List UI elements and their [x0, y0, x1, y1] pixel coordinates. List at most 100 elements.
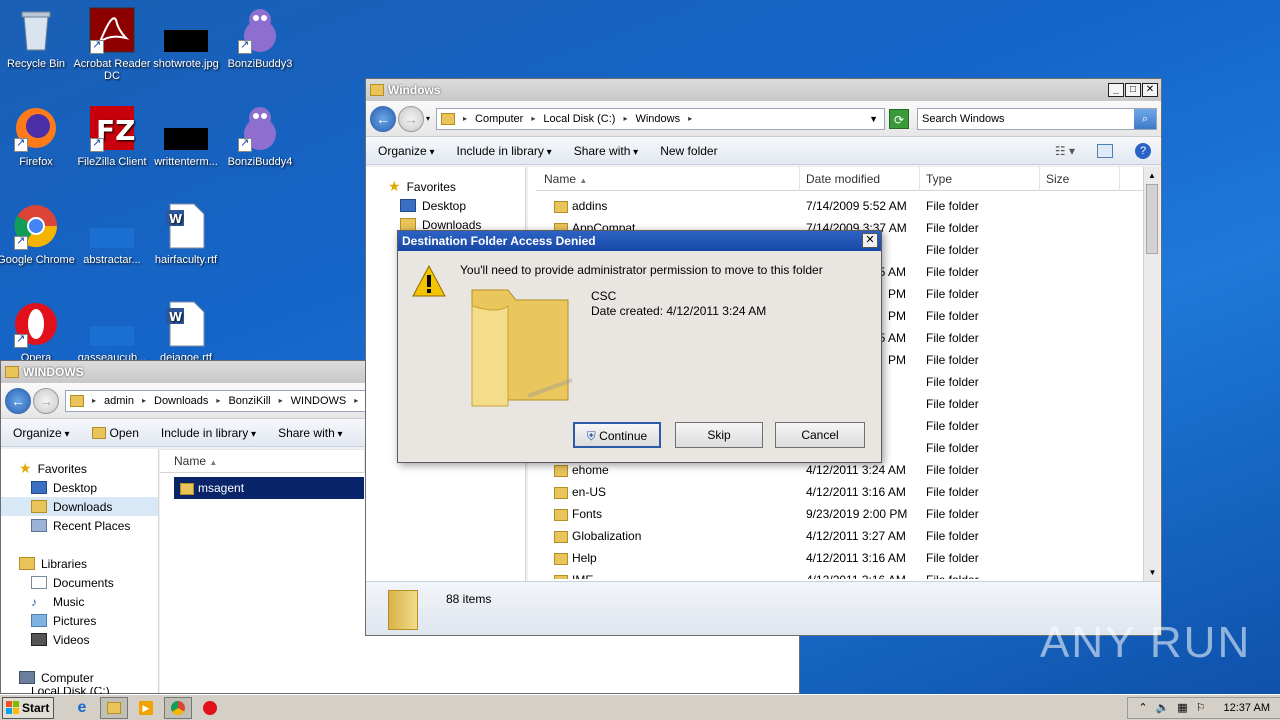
- chevron-right-icon[interactable]: ▸: [531, 114, 535, 123]
- preview-pane-icon[interactable]: [1097, 143, 1113, 158]
- desktop-icon-firefox[interactable]: Firefox: [0, 104, 76, 168]
- nav-desktop[interactable]: Desktop: [1, 478, 158, 497]
- help-icon[interactable]: ?: [1135, 142, 1151, 159]
- address-dropdown-icon[interactable]: ▼: [869, 114, 878, 124]
- volume-icon[interactable]: 🔈: [1156, 701, 1170, 714]
- skip-button[interactable]: Skip: [675, 422, 763, 448]
- view-options-icon[interactable]: ☷ ▾: [1055, 144, 1075, 158]
- dialog-close-button[interactable]: ✕: [862, 233, 878, 248]
- dialog-titlebar[interactable]: Destination Folder Access Denied ✕: [398, 231, 881, 251]
- cancel-button[interactable]: Cancel: [775, 422, 865, 448]
- refresh-icon[interactable]: ⟳: [889, 108, 909, 129]
- chevron-right-icon[interactable]: ▸: [279, 396, 283, 405]
- vertical-scrollbar[interactable]: ▲ ▼: [1143, 167, 1160, 581]
- chevron-right-icon[interactable]: ▸: [463, 114, 467, 123]
- column-header-name[interactable]: Name ▲: [160, 449, 365, 473]
- nav-videos[interactable]: Videos: [1, 630, 158, 649]
- share-with-button[interactable]: Share with: [278, 426, 343, 440]
- column-header-name[interactable]: Name ▲: [536, 166, 800, 191]
- forward-button[interactable]: →: [398, 105, 424, 132]
- start-button[interactable]: Start: [2, 696, 54, 719]
- maximize-button[interactable]: □: [1125, 83, 1141, 97]
- scroll-down-icon[interactable]: ▼: [1144, 564, 1161, 581]
- nav-pictures[interactable]: Pictures: [1, 611, 158, 630]
- list-item[interactable]: msagent: [174, 477, 364, 499]
- open-button[interactable]: Open: [91, 426, 139, 440]
- column-header-date-modified[interactable]: Date modified: [800, 166, 920, 191]
- chevron-right-icon[interactable]: ▸: [354, 396, 358, 405]
- taskbar-media-player[interactable]: ▶: [132, 697, 160, 719]
- continue-button[interactable]: ⛨ Continue: [573, 422, 661, 448]
- show-hidden-icons-icon[interactable]: ⌃: [1138, 701, 1147, 714]
- column-header-size[interactable]: Size: [1040, 166, 1120, 191]
- back-button[interactable]: ←: [5, 387, 31, 414]
- breadcrumb-local-disk[interactable]: Local Disk (C:): [543, 113, 615, 125]
- breadcrumb[interactable]: ▸ Computer ▸ Local Disk (C:) ▸ Windows ▸…: [436, 107, 885, 130]
- include-in-library-button[interactable]: Include in library: [457, 144, 552, 158]
- chevron-right-icon[interactable]: ▸: [216, 396, 220, 405]
- nav-desktop[interactable]: Desktop: [366, 196, 525, 215]
- chevron-right-icon[interactable]: ▸: [688, 114, 692, 123]
- taskbar-chrome[interactable]: [164, 696, 192, 719]
- nav-favorites[interactable]: ★ Favorites: [366, 177, 525, 196]
- chevron-right-icon[interactable]: ▸: [92, 396, 96, 405]
- network-icon[interactable]: ▦: [1177, 701, 1187, 714]
- organize-button[interactable]: Organize: [378, 144, 435, 158]
- taskbar-opera[interactable]: [196, 697, 224, 719]
- desktop-icon-abstractar[interactable]: abstractar...: [72, 202, 152, 266]
- taskbar-internet-explorer[interactable]: e: [68, 697, 96, 719]
- new-folder-button[interactable]: New folder: [660, 144, 717, 158]
- chevron-right-icon[interactable]: ▸: [142, 396, 146, 405]
- taskbar-explorer[interactable]: [100, 696, 128, 719]
- breadcrumb-downloads[interactable]: Downloads: [154, 395, 208, 407]
- close-button[interactable]: ✕: [1142, 83, 1158, 97]
- nav-downloads[interactable]: Downloads: [1, 497, 158, 516]
- table-row[interactable]: Fonts 9/23/2019 2:00 PM File folder: [536, 503, 1160, 525]
- desktop-icon-bonzibuddy4[interactable]: BonziBuddy4: [220, 104, 300, 168]
- back-button[interactable]: ←: [370, 105, 396, 132]
- nav-favorites[interactable]: ★ Favorites: [1, 459, 158, 478]
- nav-libraries[interactable]: Libraries: [1, 554, 158, 573]
- organize-button[interactable]: Organize: [13, 426, 70, 440]
- scrollbar-thumb[interactable]: [1146, 184, 1158, 254]
- desktop-icon-dejagoe[interactable]: W dejagoe.rtf: [146, 300, 226, 364]
- breadcrumb-computer[interactable]: Computer: [475, 113, 523, 125]
- nav-recent-places[interactable]: Recent Places: [1, 516, 158, 535]
- table-row[interactable]: IME 4/12/2011 3:16 AMFile folder: [536, 569, 1160, 579]
- breadcrumb-windows[interactable]: Windows: [635, 113, 680, 125]
- desktop-icon-chrome[interactable]: Google Chrome: [0, 202, 76, 266]
- nav-documents[interactable]: Documents: [1, 573, 158, 592]
- desktop-icon-shotwrote[interactable]: shotwrote.jpg: [146, 6, 226, 70]
- search-box[interactable]: Search Windows ⌕: [917, 107, 1157, 130]
- breadcrumb-windows[interactable]: WINDOWS: [291, 395, 347, 407]
- desktop-icon-bonzibuddy3[interactable]: BonziBuddy3: [220, 6, 300, 70]
- desktop-icon-opera[interactable]: Opera: [0, 300, 76, 364]
- breadcrumb-admin[interactable]: admin: [104, 395, 134, 407]
- desktop-icon-filezilla[interactable]: FZ FileZilla Client: [72, 104, 152, 168]
- breadcrumb-bonzikill[interactable]: BonziKill: [228, 395, 270, 407]
- clock[interactable]: 12:37 AM: [1224, 702, 1270, 714]
- minimize-button[interactable]: _: [1108, 83, 1124, 97]
- scroll-up-icon[interactable]: ▲: [1144, 167, 1160, 184]
- search-icon[interactable]: ⌕: [1134, 108, 1156, 129]
- action-center-flag-icon[interactable]: ⚐: [1196, 701, 1206, 714]
- chevron-right-icon[interactable]: ▸: [623, 114, 627, 123]
- desktop-icon-acrobat[interactable]: Acrobat Reader DC: [72, 6, 152, 82]
- column-header-type[interactable]: Type: [920, 166, 1040, 191]
- forward-button[interactable]: →: [33, 387, 59, 414]
- recent-pages-dropdown-icon[interactable]: ▾: [426, 114, 430, 123]
- nav-music[interactable]: ♪ Music: [1, 592, 158, 611]
- include-in-library-button[interactable]: Include in library: [161, 426, 256, 440]
- desktop-icon-writtenterm[interactable]: writtenterm...: [146, 104, 226, 168]
- table-row[interactable]: en-US 4/12/2011 3:16 AM File folder: [536, 481, 1160, 503]
- table-row[interactable]: Globalization 4/12/2011 3:27 AM File folde…: [536, 525, 1160, 547]
- desktop-icon-gasseaucub[interactable]: gasseaucub...: [72, 300, 152, 364]
- nav-computer[interactable]: Computer: [1, 668, 158, 687]
- access-denied-dialog[interactable]: Destination Folder Access Denied ✕ You'l…: [397, 230, 882, 463]
- window-titlebar[interactable]: Windows _ □ ✕: [366, 79, 1161, 101]
- table-row[interactable]: addins 7/14/2009 5:52 AM File folder: [536, 195, 1160, 217]
- share-with-button[interactable]: Share with: [574, 144, 639, 158]
- desktop-icon-hairfaculty[interactable]: W hairfaculty.rtf: [146, 202, 226, 266]
- table-row[interactable]: Help 4/12/2011 3:16 AM File folder: [536, 547, 1160, 569]
- desktop-icon-recycle-bin[interactable]: Recycle Bin: [0, 6, 76, 70]
